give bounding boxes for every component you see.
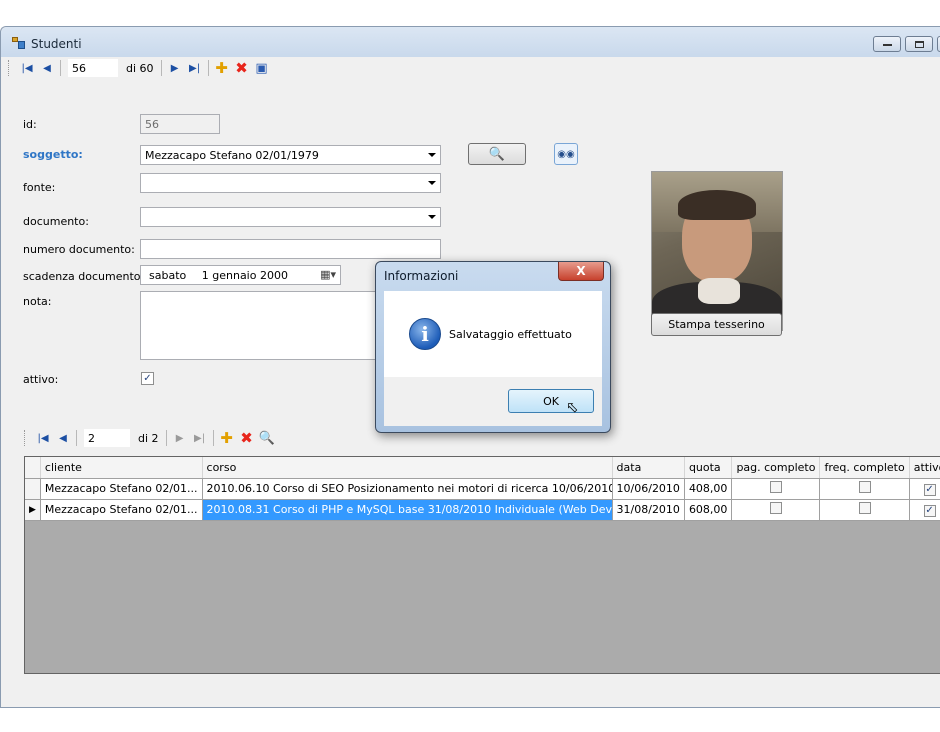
nota-label: nota:	[23, 295, 52, 308]
column-header-data[interactable]: data	[612, 457, 685, 479]
chevron-down-icon	[428, 181, 436, 185]
cell-pag-completo[interactable]	[731, 499, 821, 521]
search-icon[interactable]: 🔍	[257, 428, 277, 448]
column-header-corso[interactable]: corso	[202, 457, 613, 479]
numero-documento-label: numero documento:	[23, 243, 135, 256]
maximize-button[interactable]	[905, 36, 933, 52]
cell-data[interactable]: 31/08/2010	[612, 499, 685, 521]
last-record-icon[interactable]: ▶|	[190, 428, 210, 448]
cell-quota[interactable]: 608,00	[684, 499, 733, 521]
table-row[interactable]: Mezzacapo Stefano 02/01... 2010.06.10 Co…	[25, 478, 940, 500]
cell-data[interactable]: 10/06/2010	[612, 478, 685, 500]
first-record-icon[interactable]: |◀	[17, 58, 37, 78]
documento-combo[interactable]	[140, 207, 441, 227]
prev-record-icon[interactable]: ◀	[37, 58, 57, 78]
dialog-message: Salvataggio effettuato	[449, 328, 572, 341]
cell-freq-completo[interactable]	[819, 499, 910, 521]
cell-attivo[interactable]: ✓	[909, 478, 940, 500]
row-header-corner	[25, 457, 41, 479]
add-icon[interactable]: ✚	[217, 428, 237, 448]
dialog-body: i Salvataggio effettuato	[384, 291, 602, 377]
student-photo	[651, 171, 783, 331]
freq-completo-checkbox[interactable]	[858, 481, 871, 493]
delete-icon[interactable]: ✖	[237, 428, 257, 448]
scadenza-day: sabato	[149, 269, 187, 282]
scadenza-datepicker[interactable]: sabato 1 gennaio 2000 ▦▾	[140, 265, 341, 285]
courses-grid[interactable]: cliente corso data quota pag. completo f…	[24, 456, 940, 674]
grid-record-position-input[interactable]	[84, 429, 130, 447]
calendar-icon[interactable]: ▦▾	[320, 268, 336, 281]
column-header-quota[interactable]: quota	[684, 457, 733, 479]
cell-freq-completo[interactable]	[819, 478, 910, 500]
app-icon	[12, 37, 25, 49]
stampa-tesserino-button[interactable]: Stampa tesserino	[651, 313, 782, 336]
column-header-attivo[interactable]: attivo	[909, 457, 940, 479]
search-button[interactable]: 🔍	[468, 143, 526, 165]
scadenza-label: scadenza documento:	[23, 270, 145, 283]
ok-button[interactable]: OK	[508, 389, 594, 413]
pag-completo-checkbox[interactable]	[769, 502, 782, 514]
id-label: id:	[23, 118, 37, 131]
save-icon[interactable]: ▣	[252, 58, 272, 78]
attivo-label: attivo:	[23, 373, 59, 386]
last-record-icon[interactable]: ▶|	[185, 58, 205, 78]
mouse-cursor-icon: ⬁	[566, 398, 579, 416]
grid-record-count-label: di 2	[138, 431, 159, 445]
pag-completo-checkbox[interactable]	[769, 481, 782, 493]
info-icon: i	[409, 318, 441, 350]
soggetto-value: Mezzacapo Stefano 02/01/1979	[145, 149, 319, 162]
soggetto-combo[interactable]: Mezzacapo Stefano 02/01/1979	[140, 145, 441, 165]
freq-completo-checkbox[interactable]	[858, 502, 871, 514]
attivo-checkbox[interactable]: ✓	[141, 372, 154, 385]
grid-header-row: cliente corso data quota pag. completo f…	[25, 457, 940, 479]
find-button[interactable]: ◉◉	[554, 143, 578, 165]
chevron-down-icon	[428, 153, 436, 157]
numero-documento-field[interactable]	[140, 239, 441, 259]
column-header-freq-completo[interactable]: freq. completo	[819, 457, 910, 479]
dialog-footer: OK ⬁	[384, 377, 602, 426]
delete-icon[interactable]: ✖	[232, 58, 252, 78]
column-header-cliente[interactable]: cliente	[40, 457, 203, 479]
close-icon: X	[576, 264, 586, 278]
record-count-label: di 60	[126, 61, 154, 75]
binoculars-icon: ◉◉	[557, 148, 575, 160]
cell-cliente[interactable]: Mezzacapo Stefano 02/01...	[40, 478, 203, 500]
prev-record-icon[interactable]: ◀	[53, 428, 73, 448]
window-title: Studenti	[31, 37, 82, 51]
cell-pag-completo[interactable]	[731, 478, 821, 500]
toolbar-grip[interactable]	[24, 430, 27, 446]
column-header-pag-completo[interactable]: pag. completo	[731, 457, 821, 479]
soggetto-label: soggetto:	[23, 148, 83, 161]
next-record-icon[interactable]: ▶	[165, 58, 185, 78]
chevron-down-icon	[428, 215, 436, 219]
cell-cliente[interactable]: Mezzacapo Stefano 02/01...	[40, 499, 203, 521]
table-row[interactable]: ▶ Mezzacapo Stefano 02/01... 2010.08.31 …	[25, 499, 940, 521]
row-header[interactable]	[25, 478, 41, 500]
dialog-title: Informazioni	[384, 269, 459, 283]
search-icon: 🔍	[488, 146, 506, 162]
info-dialog: Informazioni X i Salvataggio effettuato …	[375, 261, 611, 433]
next-record-icon[interactable]: ▶	[170, 428, 190, 448]
toolbar-grip[interactable]	[8, 60, 11, 76]
documento-label: documento:	[23, 215, 89, 228]
grid-navigator-toolbar: |◀ ◀ di 2 ▶ ▶| ✚ ✖ 🔍	[24, 427, 277, 449]
cell-corso-selected[interactable]: 2010.08.31 Corso di PHP e MySQL base 31/…	[202, 499, 613, 521]
navigator-toolbar: |◀ ◀ di 60 ▶ ▶| ✚ ✖ ▣	[8, 57, 272, 79]
add-icon[interactable]: ✚	[212, 58, 232, 78]
title-bar: Studenti	[1, 27, 940, 57]
fonte-label: fonte:	[23, 181, 56, 194]
scadenza-date: 1 gennaio 2000	[201, 269, 288, 282]
cell-attivo[interactable]: ✓	[909, 499, 940, 521]
record-position-input[interactable]	[68, 59, 118, 77]
fonte-combo[interactable]	[140, 173, 441, 193]
id-field[interactable]: 56	[140, 114, 220, 134]
attivo-checkbox[interactable]: ✓	[923, 504, 936, 517]
dialog-close-button[interactable]: X	[558, 262, 604, 281]
attivo-checkbox[interactable]: ✓	[923, 483, 936, 496]
cell-corso[interactable]: 2010.06.10 Corso di SEO Posizionamento n…	[202, 478, 613, 500]
row-header-current[interactable]: ▶	[25, 499, 41, 521]
first-record-icon[interactable]: |◀	[33, 428, 53, 448]
minimize-button[interactable]	[873, 36, 901, 52]
cell-quota[interactable]: 408,00	[684, 478, 733, 500]
